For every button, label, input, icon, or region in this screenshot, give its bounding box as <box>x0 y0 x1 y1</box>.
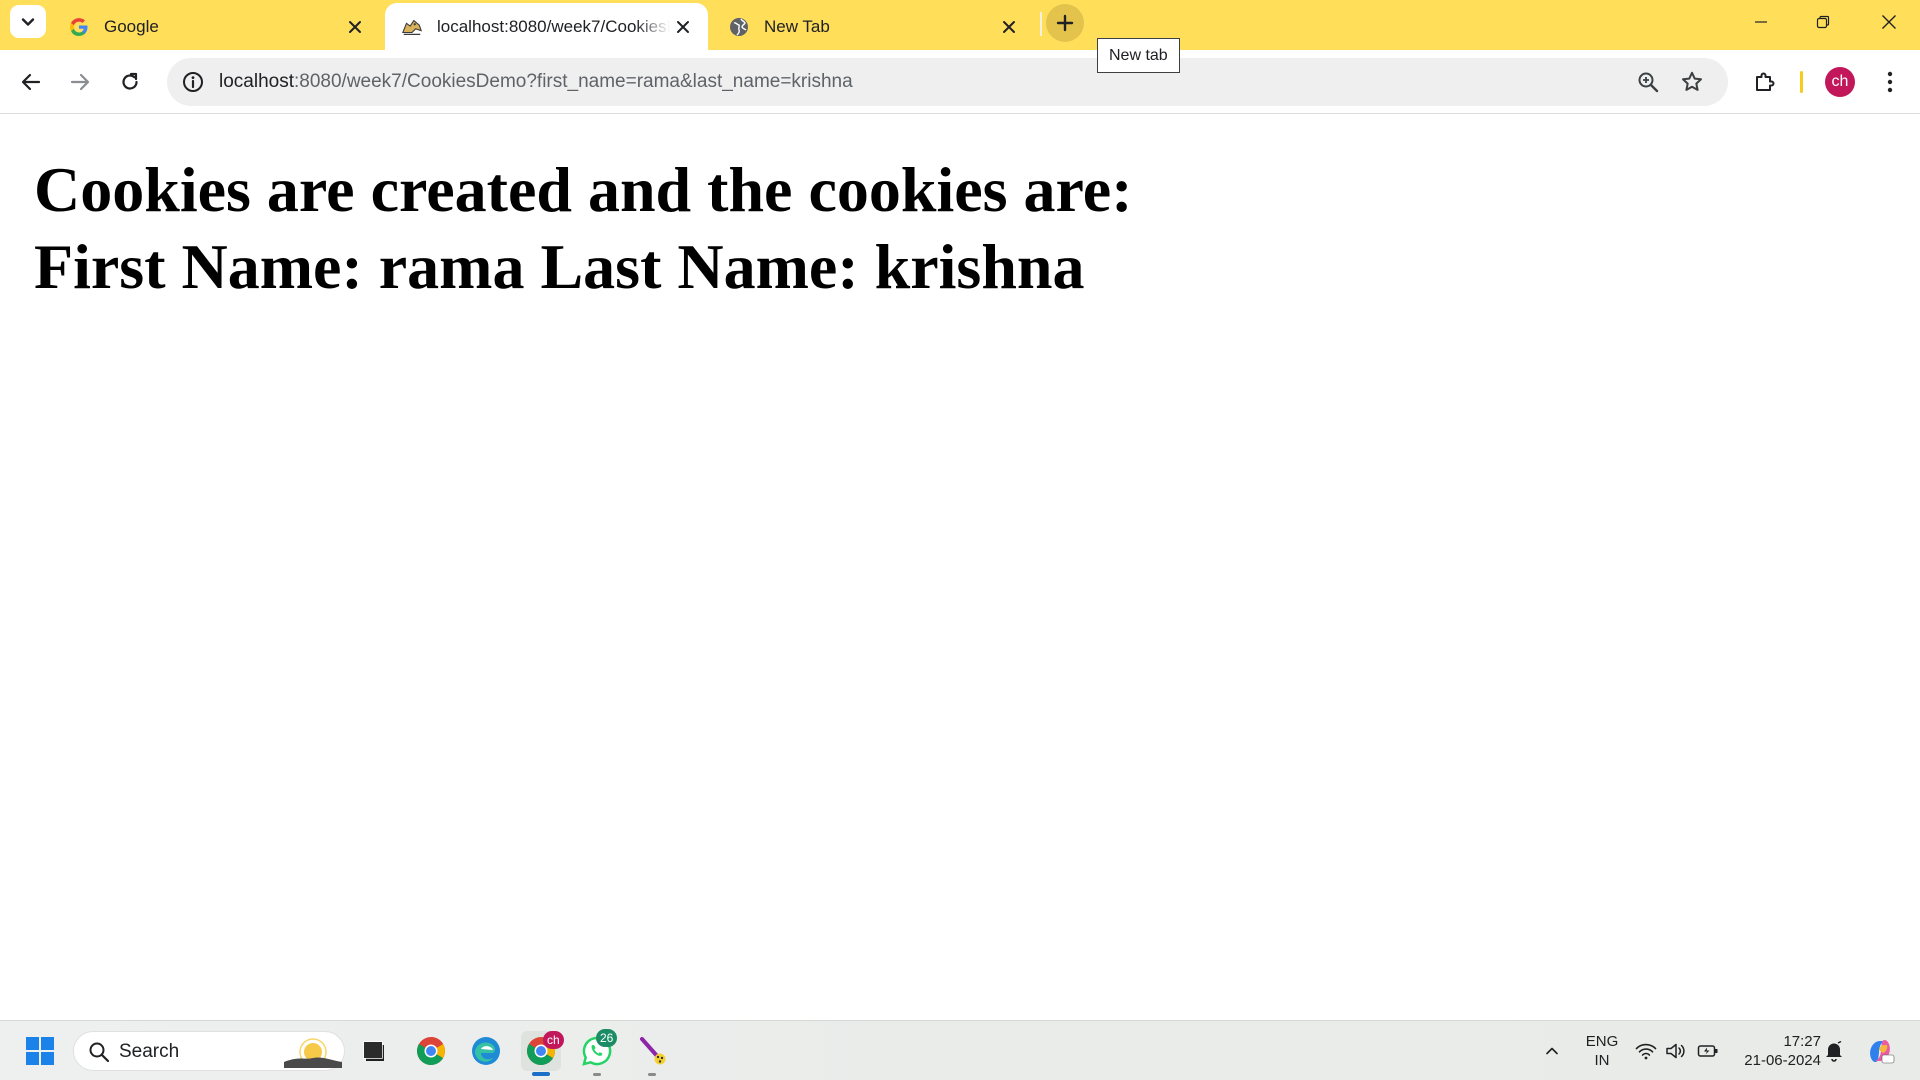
restore-icon <box>1816 15 1830 29</box>
new-tab-button[interactable] <box>1046 4 1084 42</box>
running-app-dot <box>648 1073 656 1076</box>
language-indicator[interactable]: ENG IN <box>1582 1032 1622 1070</box>
active-app-indicator <box>532 1072 550 1076</box>
page-content: Cookies are created and the cookies are:… <box>0 115 1920 1020</box>
chevron-down-icon <box>21 17 35 26</box>
chrome-app-icon[interactable] <box>411 1031 451 1071</box>
taskbar: Search ch 26 ENG IN 17:27 21-06-2024 <box>0 1020 1920 1080</box>
tab-separator <box>1040 12 1042 36</box>
tab-title: localhost:8080/week7/CookiesDemo <box>437 16 670 36</box>
plus-icon <box>1056 14 1074 32</box>
tab-cookies-demo[interactable]: localhost:8080/week7/CookiesDemo <box>385 3 708 50</box>
tab-strip: Google localhost:8080/week7/CookiesDemo <box>0 0 1920 50</box>
windows-logo-icon <box>26 1037 54 1065</box>
bookmark-star-icon[interactable] <box>1679 69 1705 95</box>
tab-new-tab[interactable]: New Tab <box>712 3 1034 50</box>
extensions-puzzle-icon[interactable] <box>1745 62 1785 102</box>
running-app-dot <box>593 1073 601 1076</box>
minimize-button[interactable] <box>1730 0 1792 44</box>
address-bar[interactable]: localhost:8080/week7/CookiesDemo?first_n… <box>167 58 1728 106</box>
tab-google[interactable]: Google <box>52 3 380 50</box>
clock[interactable]: 17:27 21-06-2024 <box>1731 1032 1821 1070</box>
browser-toolbar: localhost:8080/week7/CookiesDemo?first_n… <box>0 50 1920 114</box>
site-info-icon[interactable] <box>181 70 205 94</box>
notifications-bell-icon[interactable] <box>1816 1031 1852 1071</box>
show-hidden-icons-chevron-up-icon[interactable] <box>1532 1031 1572 1071</box>
taskbar-search-box[interactable]: Search <box>73 1031 345 1071</box>
tab-title: Google <box>104 16 159 36</box>
search-placeholder: Search <box>119 1041 180 1062</box>
tab-search-button[interactable] <box>10 5 46 38</box>
clock-time: 17:27 <box>1783 1033 1821 1050</box>
back-button[interactable] <box>11 62 51 102</box>
paint-app-icon[interactable] <box>632 1031 672 1071</box>
forward-arrow-icon <box>70 73 90 91</box>
url-host: localhost <box>219 71 294 92</box>
tab-title: New Tab <box>764 16 830 36</box>
google-g-icon <box>68 16 90 38</box>
close-tab-icon[interactable] <box>996 14 1022 40</box>
heading-line-2: First Name: rama Last Name: krishna <box>34 231 1085 302</box>
reload-button[interactable] <box>110 62 150 102</box>
whatsapp-unread-badge: 26 <box>596 1029 618 1047</box>
new-tab-tooltip: New tab <box>1097 38 1180 73</box>
url-text[interactable]: localhost:8080/week7/CookiesDemo?first_n… <box>219 70 853 94</box>
clock-date: 21-06-2024 <box>1744 1052 1821 1069</box>
search-highlight-sunrise-icon <box>284 1038 342 1068</box>
volume-icon[interactable] <box>1658 1031 1694 1071</box>
task-view-icon[interactable] <box>354 1031 394 1071</box>
menu-more-icon[interactable] <box>1870 62 1910 102</box>
close-window-button[interactable] <box>1858 0 1920 44</box>
forward-button[interactable] <box>60 62 100 102</box>
toolbar-separator <box>1800 71 1803 93</box>
back-arrow-icon <box>21 73 41 91</box>
battery-charging-icon[interactable] <box>1690 1031 1726 1071</box>
profile-avatar[interactable]: ch <box>1825 67 1855 97</box>
close-tab-icon[interactable] <box>342 14 368 40</box>
edge-app-icon[interactable] <box>466 1031 506 1071</box>
region-code: IN <box>1594 1052 1610 1069</box>
globe-icon <box>728 16 750 38</box>
close-tab-icon[interactable] <box>670 14 696 40</box>
minimize-icon <box>1755 21 1767 23</box>
tomcat-icon <box>401 16 423 38</box>
language-code: ENG <box>1585 1033 1619 1050</box>
search-icon <box>89 1042 110 1063</box>
chrome-profile-badge: ch <box>543 1031 564 1049</box>
reload-icon <box>122 72 138 90</box>
copilot-icon[interactable] <box>1860 1031 1900 1071</box>
heading-line-1: Cookies are created and the cookies are: <box>34 154 1133 225</box>
page-heading: Cookies are created and the cookies are:… <box>34 151 1334 305</box>
restore-button[interactable] <box>1792 0 1854 44</box>
close-icon <box>1882 15 1896 29</box>
screen: Google localhost:8080/week7/CookiesDemo <box>0 0 1920 1080</box>
start-button[interactable] <box>20 1031 60 1071</box>
url-path: :8080/week7/CookiesDemo?first_name=rama&… <box>294 71 853 92</box>
zoom-icon[interactable] <box>1635 69 1661 95</box>
